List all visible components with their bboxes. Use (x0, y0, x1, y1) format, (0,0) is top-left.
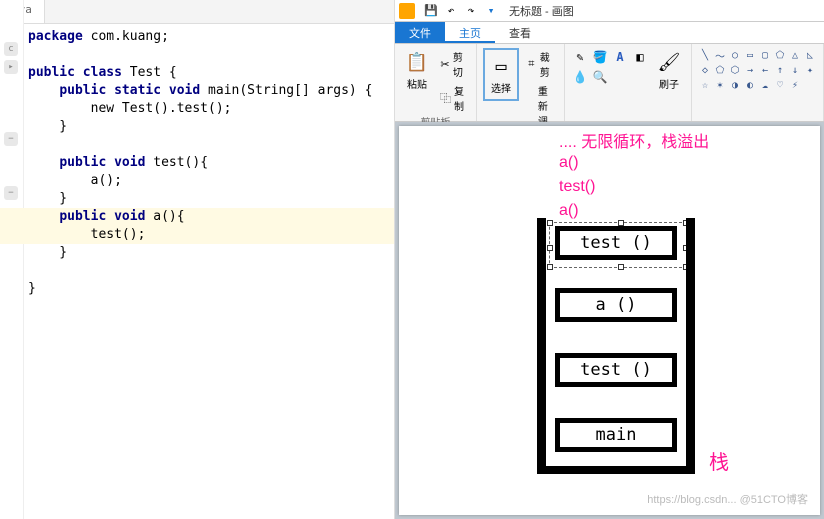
ribbon: 📋 粘贴 ✂剪切 ⿻复制 剪贴板 ▭ 选择 ⌗裁剪 ⤢重新调整大小 (395, 44, 824, 122)
shape-triangle-icon[interactable]: △ (788, 48, 802, 62)
brush-icon: 🖌 (657, 50, 681, 74)
copy-icon: ⿻ (440, 91, 451, 105)
zoom-tool-icon[interactable]: 🔍 (591, 68, 609, 86)
annotation-call-text: a() (559, 154, 579, 172)
shape-curve-icon[interactable]: 〜 (713, 48, 727, 62)
stack-frame: test () (555, 226, 677, 260)
tab-view[interactable]: 查看 (495, 22, 545, 43)
code-line: public void test(){ (0, 154, 394, 172)
dropdown-icon[interactable]: ▾ (483, 3, 499, 19)
code-line: } (0, 190, 394, 208)
canvas-area: .... 无限循环，栈溢出 a() test() a() 栈 ↖ (395, 122, 824, 519)
shape-callout-icon[interactable]: ◑ (728, 78, 742, 92)
code-line: test(); (0, 226, 394, 244)
annotation-stack-label: 栈 (709, 446, 729, 475)
pencil-tool-icon[interactable]: ✎ (571, 48, 589, 66)
tab-home[interactable]: 主页 (445, 22, 495, 43)
code-line (0, 136, 394, 154)
code-line: public void a(){ (0, 208, 394, 226)
redo-icon[interactable]: ↷ (463, 3, 479, 19)
fill-tool-icon[interactable]: 🪣 (591, 48, 609, 66)
stack-frame: a () (555, 288, 677, 322)
selection-handle[interactable] (547, 264, 553, 270)
paint-app-icon (399, 3, 415, 19)
brush-button[interactable]: 🖌 刷子 (653, 48, 685, 93)
canvas[interactable]: .... 无限循环，栈溢出 a() test() a() 栈 ↖ (399, 126, 820, 515)
code-editor-panel: ava c ▸ − − package com.kuang; public cl… (0, 0, 395, 519)
paint-titlebar: 💾 ↶ ↷ ▾ 无标题 - 画图 (395, 0, 824, 22)
code-area[interactable]: c ▸ − − package com.kuang; public class … (0, 24, 394, 302)
selection-handle[interactable] (547, 245, 553, 251)
code-line: a(); (0, 172, 394, 190)
undo-icon[interactable]: ↶ (443, 3, 459, 19)
shape-star6-icon[interactable]: ✶ (713, 78, 727, 92)
ribbon-group-shapes: ╲ 〜 ○ ▭ ▢ ⬠ △ ◺ ◇ ⬠ ⬡ → ← ↑ ↓ ✦ ☆ ✶ ◑ ◐ (692, 44, 824, 121)
code-line: package com.kuang; (0, 28, 394, 46)
copy-button[interactable]: ⿻复制 (437, 82, 470, 114)
shape-line-icon[interactable]: ╲ (698, 48, 712, 62)
stack-frame: test () (555, 353, 677, 387)
code-line: new Test().test(); (0, 100, 394, 118)
shape-arrow-d-icon[interactable]: ↓ (788, 63, 802, 77)
select-button[interactable]: ▭ 选择 (483, 48, 519, 101)
ribbon-tabs: 文件 主页 查看 (395, 22, 824, 44)
shape-oval-icon[interactable]: ○ (728, 48, 742, 62)
stack-frame: main (555, 418, 677, 452)
select-rect-icon: ▭ (489, 54, 513, 78)
stack-bottom (537, 466, 695, 474)
code-line (0, 46, 394, 64)
save-icon[interactable]: 💾 (423, 3, 439, 19)
shape-polygon-icon[interactable]: ⬠ (773, 48, 787, 62)
shape-rtriangle-icon[interactable]: ◺ (803, 48, 817, 62)
clipboard-icon: 📋 (405, 50, 429, 74)
crop-button[interactable]: ⌗裁剪 (523, 48, 558, 80)
shape-roundrect-icon[interactable]: ▢ (758, 48, 772, 62)
stack-wall (686, 218, 695, 473)
selection-handle[interactable] (618, 264, 624, 270)
ribbon-group-image: ▭ 选择 ⌗裁剪 ⤢重新调整大小 ⟳旋转 ▾ 图像 (477, 44, 565, 121)
selection-handle[interactable] (547, 220, 553, 226)
code-line: } (0, 118, 394, 136)
stack-wall (537, 218, 546, 473)
shape-callout2-icon[interactable]: ◐ (743, 78, 757, 92)
shape-cloud-icon[interactable]: ☁ (758, 78, 772, 92)
shape-star5-icon[interactable]: ☆ (698, 78, 712, 92)
shape-arrow-r-icon[interactable]: → (743, 63, 757, 77)
watermark-text: https://blog.csdn... @51CTO博客 (647, 491, 808, 507)
scissors-icon: ✂ (440, 57, 450, 71)
window-title: 无标题 - 画图 (509, 3, 574, 19)
shape-star4-icon[interactable]: ✦ (803, 63, 817, 77)
shape-lightning-icon[interactable]: ⚡ (788, 78, 802, 92)
eraser-tool-icon[interactable]: ◧ (631, 48, 649, 66)
editor-tab-bar: ava (0, 0, 394, 24)
shape-pentagon-icon[interactable]: ⬠ (713, 63, 727, 77)
annotation-call-text: test() (559, 178, 595, 196)
shape-rect-icon[interactable]: ▭ (743, 48, 757, 62)
crop-icon: ⌗ (526, 57, 537, 71)
shape-diamond-icon[interactable]: ◇ (698, 63, 712, 77)
ribbon-group-tools: ✎ 🪣 A ◧ 💧 🔍 🖌 刷子 (565, 44, 692, 121)
shape-arrow-u-icon[interactable]: ↑ (773, 63, 787, 77)
paint-window: 💾 ↶ ↷ ▾ 无标题 - 画图 文件 主页 查看 📋 粘贴 ✂剪切 ⿻复制 剪… (395, 0, 824, 519)
code-line: public static void main(String[] args) { (0, 82, 394, 100)
tab-file[interactable]: 文件 (395, 22, 445, 43)
text-tool-icon[interactable]: A (611, 48, 629, 66)
code-line: } (0, 244, 394, 262)
code-line: public class Test { (0, 64, 394, 82)
cut-button[interactable]: ✂剪切 (437, 48, 470, 80)
shape-arrow-l-icon[interactable]: ← (758, 63, 772, 77)
code-line: } (0, 280, 394, 298)
ribbon-group-clipboard: 📋 粘贴 ✂剪切 ⿻复制 剪贴板 (395, 44, 477, 121)
shape-hexagon-icon[interactable]: ⬡ (728, 63, 742, 77)
annotation-overflow-text: .... 无限循环，栈溢出 (559, 128, 709, 152)
annotation-call-text: a() (559, 202, 579, 220)
code-line (0, 262, 394, 280)
picker-tool-icon[interactable]: 💧 (571, 68, 589, 86)
paste-button[interactable]: 📋 粘贴 (401, 48, 433, 93)
shape-heart-icon[interactable]: ♡ (773, 78, 787, 92)
